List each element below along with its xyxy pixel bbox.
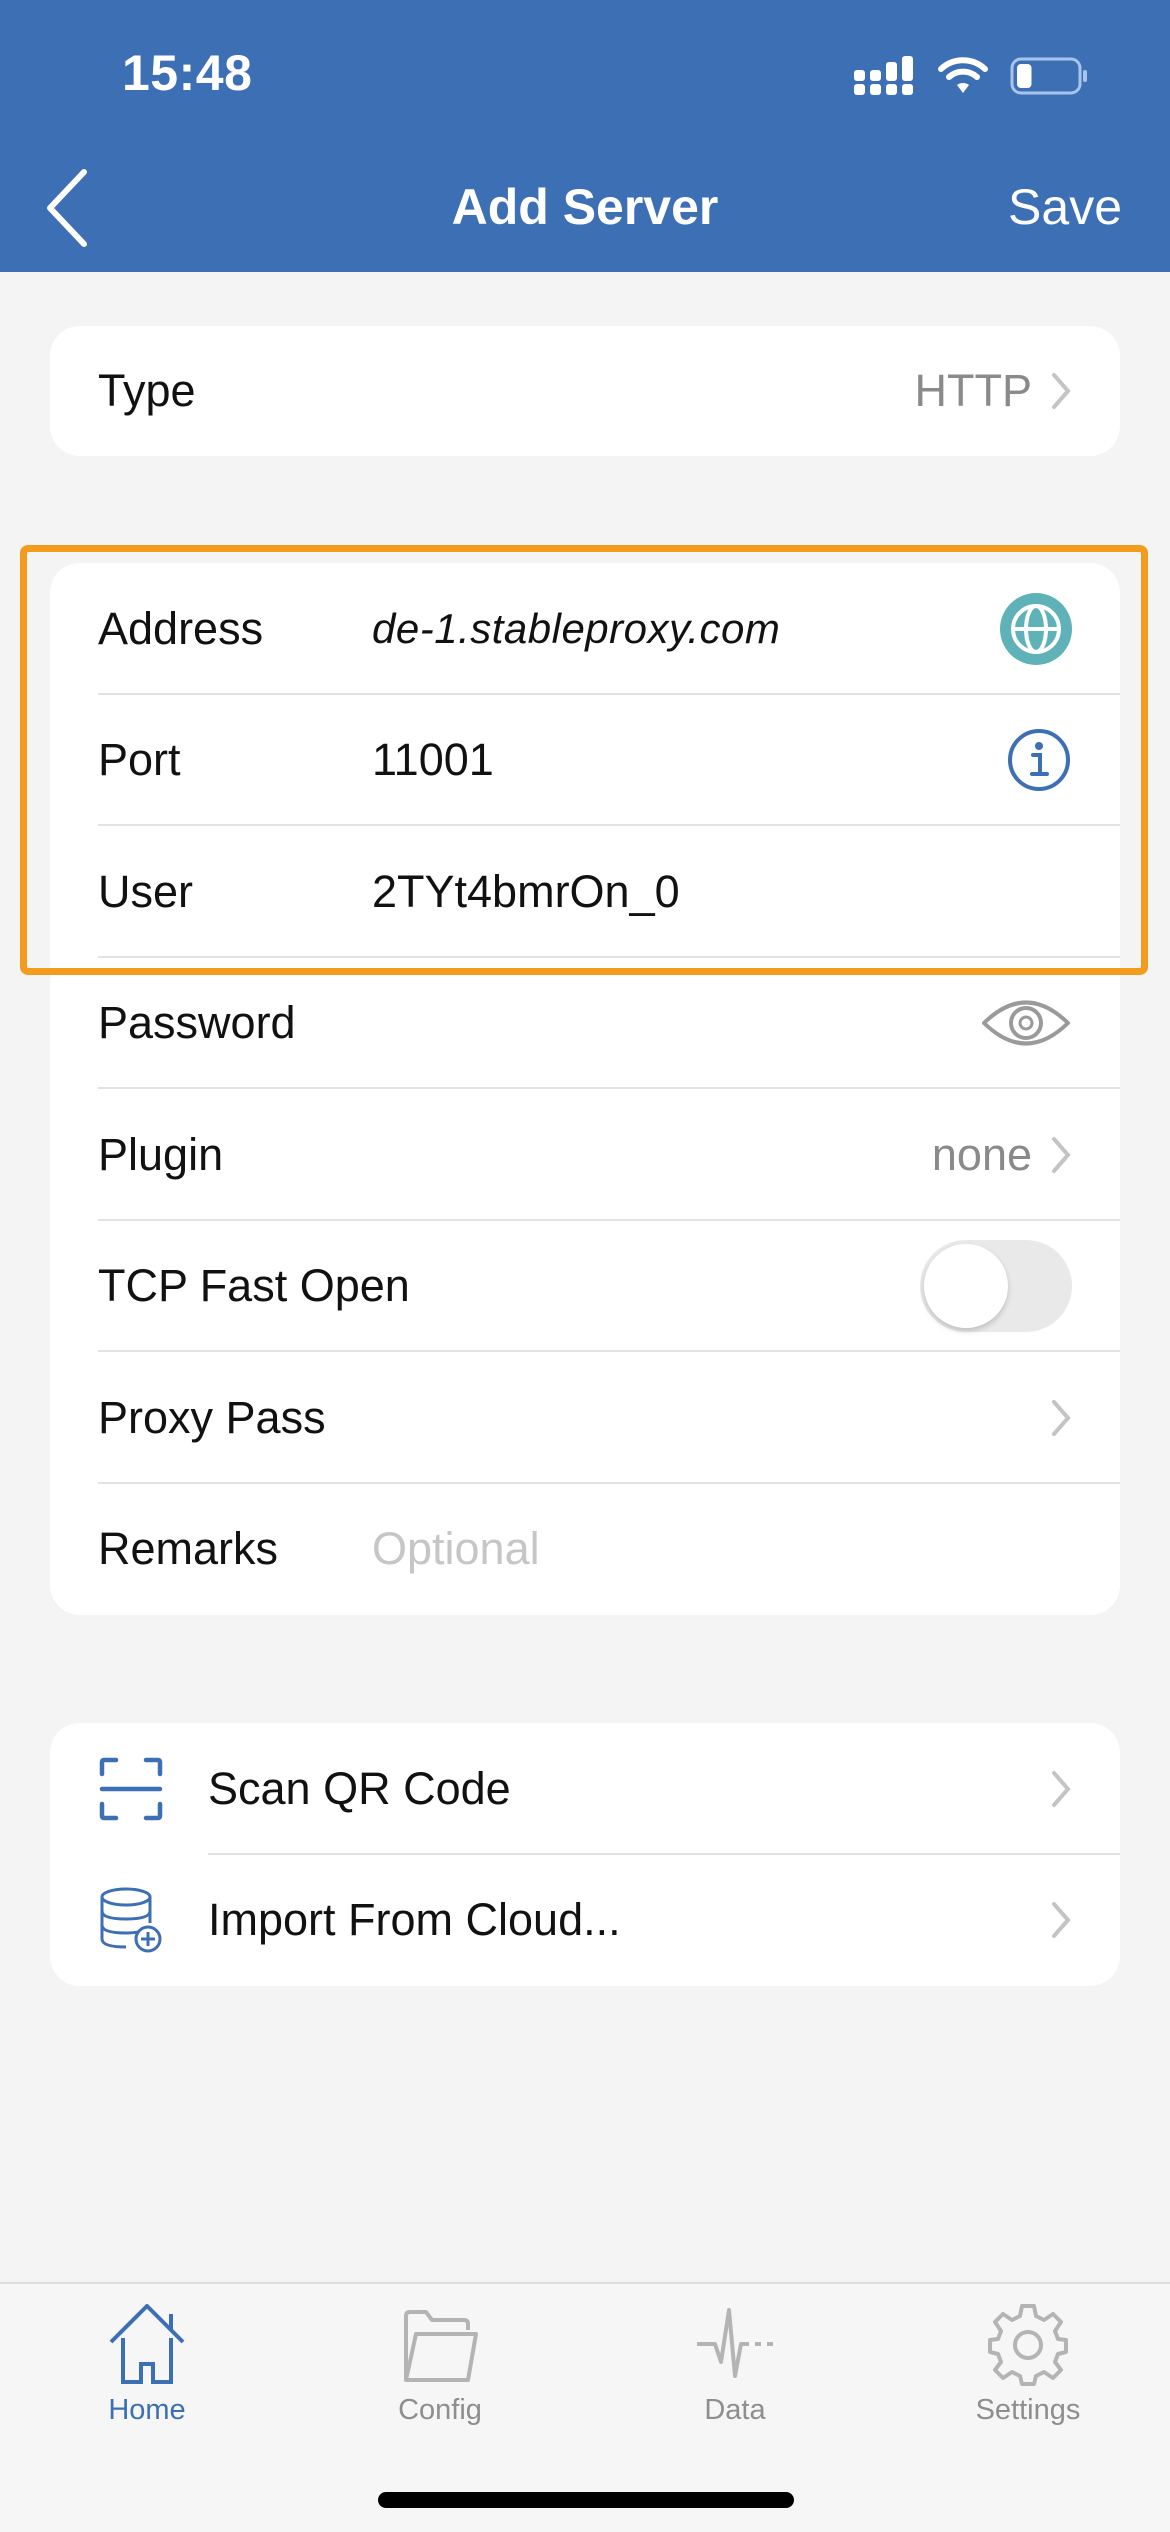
- tab-config[interactable]: Config: [340, 2302, 540, 2427]
- server-form-card: Address de-1.stableproxy.com Port 11001 …: [50, 563, 1120, 1615]
- info-icon[interactable]: [1006, 727, 1072, 793]
- eye-icon[interactable]: [980, 990, 1072, 1056]
- tcp-fast-open-row: TCP Fast Open: [50, 1221, 1120, 1352]
- port-input[interactable]: 11001: [372, 734, 494, 786]
- wifi-icon: [938, 57, 988, 93]
- address-input[interactable]: de-1.stableproxy.com: [372, 605, 780, 653]
- user-label: User: [98, 865, 194, 917]
- folder-icon: [404, 2310, 478, 2382]
- tab-config-label: Config: [398, 2394, 482, 2426]
- address-row: Address de-1.stableproxy.com: [50, 563, 1120, 695]
- chevron-right-icon: [1052, 1770, 1071, 1807]
- password-row: Password: [50, 958, 1120, 1089]
- page-title: Add Server: [451, 179, 719, 235]
- gear-icon: [988, 2304, 1068, 2386]
- chevron-right-icon: [1052, 1136, 1071, 1173]
- scan-qr-code-row[interactable]: Scan QR Code: [50, 1723, 1120, 1855]
- remarks-label: Remarks: [98, 1523, 279, 1575]
- import-from-cloud-row[interactable]: Import From Cloud...: [50, 1855, 1120, 1987]
- tab-home[interactable]: Home: [47, 2302, 247, 2427]
- status-icons: [854, 56, 1090, 96]
- plugin-row[interactable]: Plugin none: [50, 1089, 1120, 1221]
- header: 15:48 Add Server Save: [0, 0, 1170, 272]
- plugin-label: Plugin: [98, 1128, 224, 1180]
- globe-icon[interactable]: [1000, 592, 1072, 665]
- actions-card: Scan QR Code Import From Cloud...: [50, 1723, 1120, 1986]
- type-label: Type: [98, 365, 196, 416]
- type-card: Type HTTP: [50, 326, 1120, 456]
- remarks-row: Remarks Optional: [50, 1484, 1120, 1616]
- tab-data-label: Data: [704, 2394, 766, 2426]
- user-input[interactable]: 2TYt4bmrOn_0: [372, 866, 680, 918]
- port-label: Port: [98, 734, 181, 786]
- chevron-right-icon: [1052, 1399, 1071, 1436]
- home-icon: [109, 2304, 185, 2384]
- pulse-icon: [697, 2308, 773, 2378]
- tab-home-label: Home: [108, 2394, 186, 2426]
- cellular-signal-icon: [854, 56, 913, 95]
- qr-scan-icon: [99, 1757, 163, 1820]
- tab-settings-label: Settings: [975, 2394, 1081, 2426]
- save-button[interactable]: Save: [1008, 178, 1122, 236]
- type-value: HTTP: [914, 365, 1033, 416]
- status-time: 15:48: [122, 45, 253, 101]
- user-row: User 2TYt4bmrOn_0: [50, 826, 1120, 958]
- address-label: Address: [98, 602, 264, 654]
- scan-qr-code-label: Scan QR Code: [208, 1762, 511, 1814]
- tab-data[interactable]: Data: [635, 2302, 835, 2427]
- chevron-right-icon: [1052, 373, 1071, 409]
- tcp-fast-open-label: TCP Fast Open: [98, 1260, 410, 1312]
- plugin-value: none: [931, 1128, 1032, 1180]
- password-label: Password: [98, 997, 296, 1049]
- port-row: Port 11001: [50, 695, 1120, 826]
- chevron-right-icon: [1052, 1902, 1071, 1939]
- import-from-cloud-label: Import From Cloud...: [208, 1894, 621, 1946]
- remarks-input[interactable]: Optional: [372, 1523, 540, 1575]
- database-add-icon: [100, 1887, 162, 1953]
- proxy-pass-label: Proxy Pass: [98, 1391, 326, 1443]
- toggle-knob: [924, 1244, 1008, 1329]
- tcp-fast-open-toggle[interactable]: [920, 1240, 1072, 1333]
- battery-icon: [1010, 57, 1087, 95]
- home-indicator[interactable]: [378, 2492, 794, 2508]
- tab-settings[interactable]: Settings: [928, 2302, 1128, 2427]
- type-row[interactable]: Type HTTP: [50, 326, 1120, 456]
- password-input[interactable]: [372, 993, 872, 1053]
- proxy-pass-row[interactable]: Proxy Pass: [50, 1352, 1120, 1484]
